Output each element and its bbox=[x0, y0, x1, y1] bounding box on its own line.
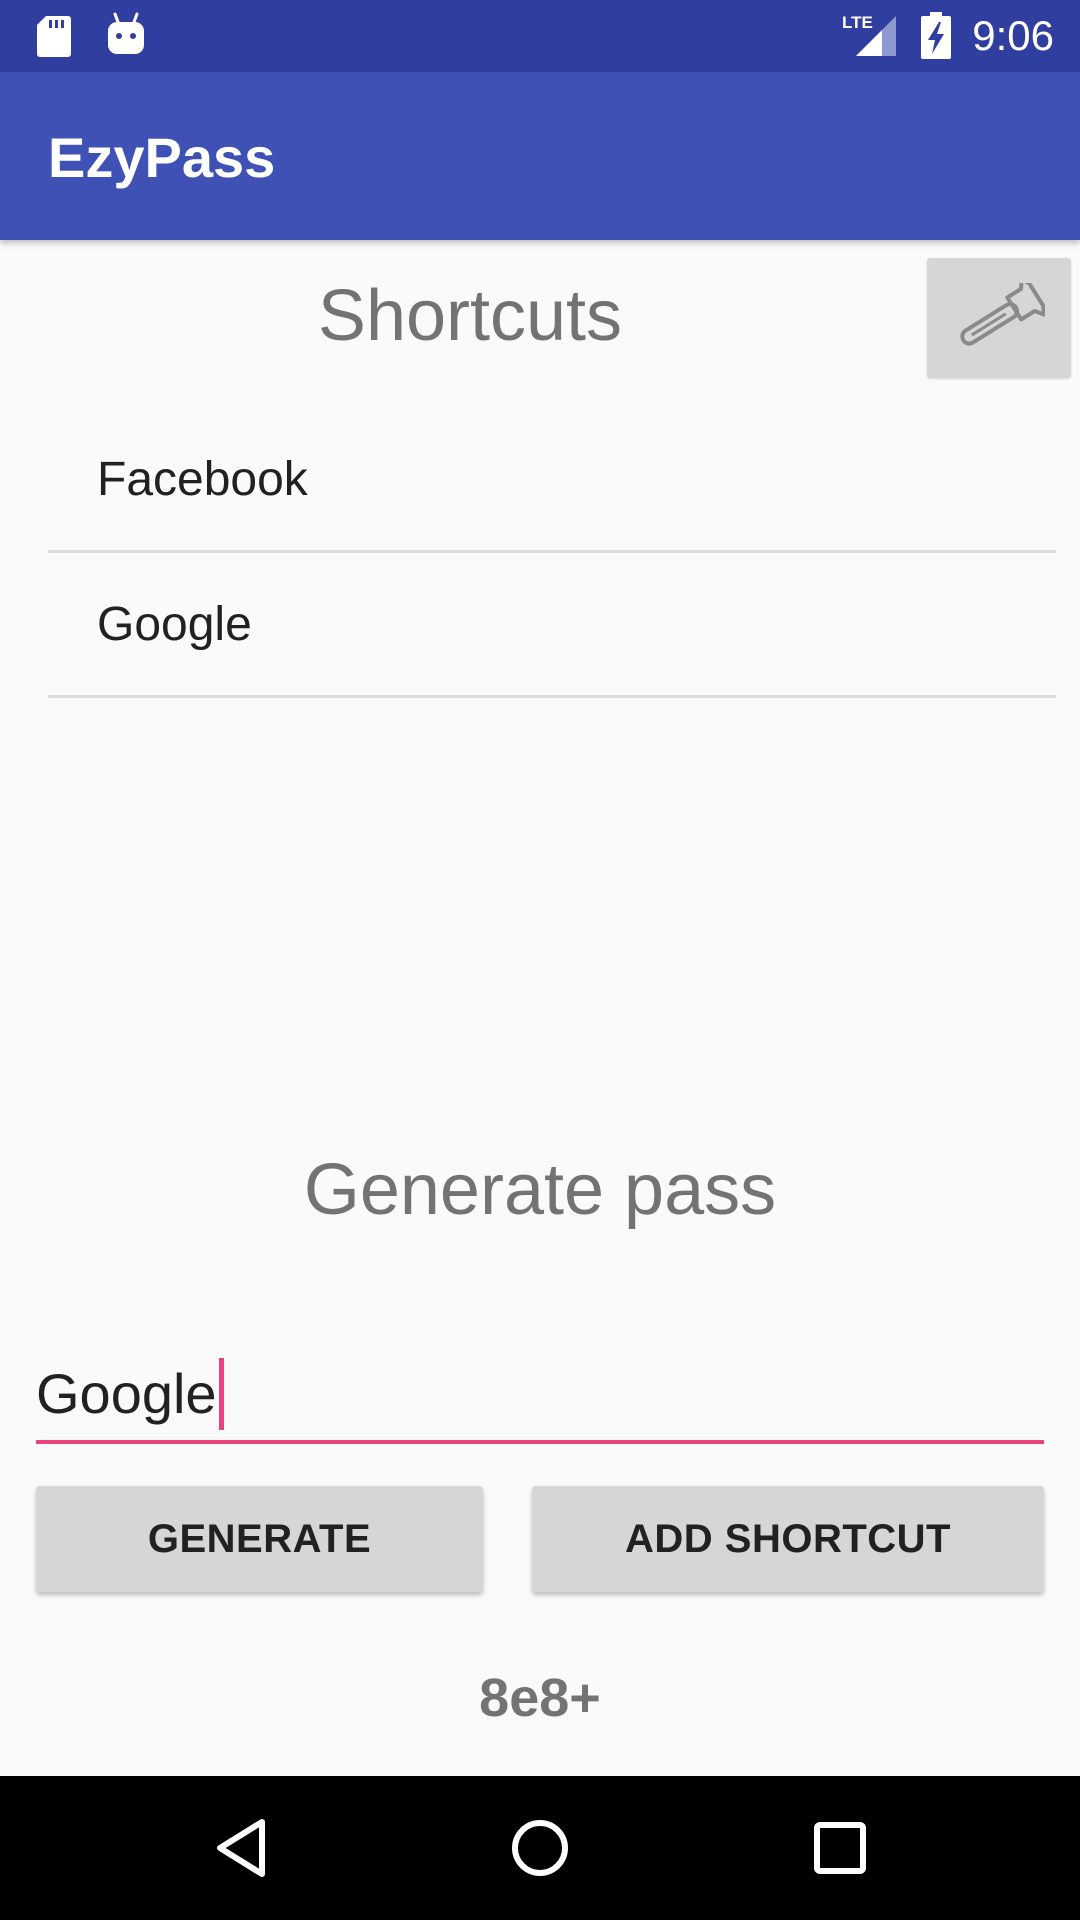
generate-heading: Generate pass bbox=[303, 1150, 777, 1230]
input-content: Google bbox=[36, 1358, 224, 1430]
battery-charging-icon bbox=[921, 12, 951, 59]
sd-card-icon bbox=[37, 16, 71, 57]
home-icon[interactable] bbox=[504, 1812, 576, 1884]
status-clock: 9:06 bbox=[972, 12, 1054, 59]
add-shortcut-button[interactable]: ADD SHORTCUT bbox=[532, 1486, 1044, 1592]
wrench-icon bbox=[960, 283, 1045, 346]
generate-button[interactable]: GENERATE bbox=[36, 1486, 483, 1592]
app-bar: EzyPass bbox=[0, 72, 1080, 240]
list-item-label: Google bbox=[97, 597, 252, 651]
status-bar: LTE 9:06 bbox=[0, 0, 1080, 72]
recents-icon[interactable] bbox=[804, 1812, 876, 1884]
shortcuts-heading: Shortcuts bbox=[317, 276, 623, 356]
shortcut-list: Facebook Google bbox=[48, 408, 1056, 698]
lte-signal-icon: LTE bbox=[842, 13, 896, 56]
text-caret bbox=[218, 1358, 224, 1430]
list-item[interactable]: Google bbox=[48, 553, 1056, 698]
app-title: EzyPass bbox=[48, 126, 276, 189]
generated-password: 8e8+ bbox=[479, 1668, 601, 1728]
android-icon bbox=[108, 12, 144, 54]
back-icon[interactable] bbox=[206, 1812, 278, 1884]
svg-text:LTE: LTE bbox=[842, 13, 873, 32]
list-item-label: Facebook bbox=[97, 452, 308, 506]
input-value: Google bbox=[36, 1362, 217, 1425]
navigation-bar bbox=[0, 1776, 1080, 1920]
list-item[interactable]: Facebook bbox=[48, 408, 1056, 553]
shortcut-input[interactable]: Google bbox=[36, 1350, 1044, 1444]
settings-button[interactable] bbox=[927, 258, 1071, 378]
